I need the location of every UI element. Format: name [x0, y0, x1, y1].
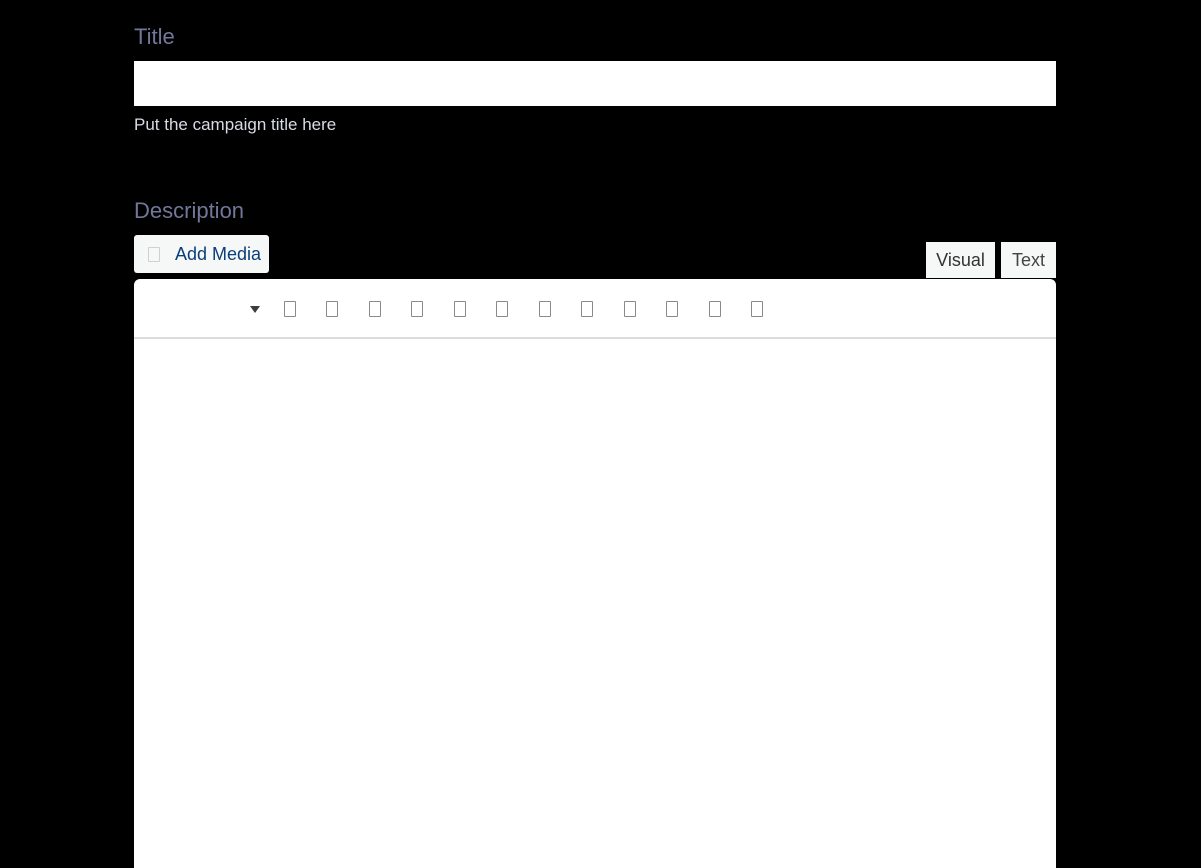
numbered-list-icon[interactable]	[411, 301, 423, 317]
editor-content-area[interactable]	[134, 339, 1056, 868]
toolbar-toggle-icon[interactable]	[751, 301, 763, 317]
add-media-label: Add Media	[175, 244, 262, 264]
align-right-icon[interactable]	[581, 301, 593, 317]
bold-icon[interactable]	[284, 301, 296, 317]
description-editor	[134, 279, 1056, 868]
tab-visual[interactable]: Visual	[926, 242, 995, 278]
align-left-icon[interactable]	[496, 301, 508, 317]
fullscreen-icon[interactable]	[709, 301, 721, 317]
add-media-button[interactable]: Add Media	[134, 235, 269, 273]
tab-text[interactable]: Text	[1001, 242, 1056, 278]
campaign-form: Title Put the campaign title here Descri…	[0, 0, 1201, 868]
title-input[interactable]	[134, 61, 1056, 106]
align-center-icon[interactable]	[539, 301, 551, 317]
format-dropdown-icon[interactable]	[250, 306, 260, 313]
title-help-text: Put the campaign title here	[134, 115, 337, 134]
bulleted-list-icon[interactable]	[369, 301, 381, 317]
media-icon	[148, 246, 160, 262]
blockquote-icon[interactable]	[454, 301, 466, 317]
read-more-icon[interactable]	[666, 301, 678, 317]
editor-toolbar	[134, 279, 1056, 339]
italic-icon[interactable]	[326, 301, 338, 317]
description-label: Description	[134, 198, 245, 223]
insert-link-icon[interactable]	[624, 301, 636, 317]
title-label: Title	[134, 24, 175, 49]
